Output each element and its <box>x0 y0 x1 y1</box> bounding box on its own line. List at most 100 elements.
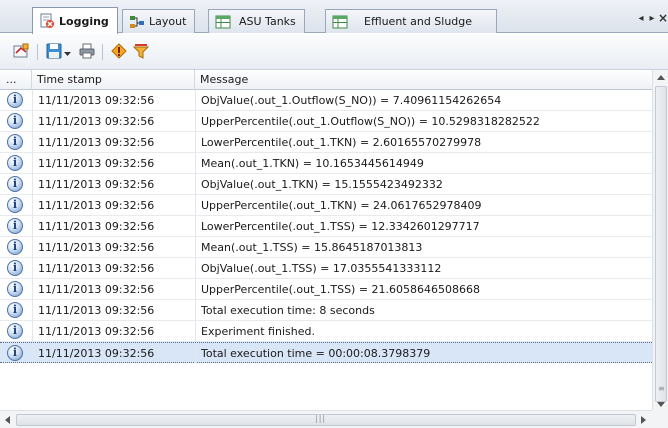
save-dropdown-button[interactable] <box>62 42 72 62</box>
message-cell: ObjValue(.out_1.TSS) = 17.0355541333112 <box>195 258 652 279</box>
info-icon <box>7 113 23 129</box>
scrollbar-corner <box>652 410 668 428</box>
message-cell: UpperPercentile(.out_1.TSS) = 21.6058646… <box>195 279 652 300</box>
table-row[interactable]: 11/11/2013 09:32:56Total execution time … <box>0 342 652 364</box>
print-icon <box>79 43 95 62</box>
time-stamp-cell: 11/11/2013 09:32:56 <box>32 321 195 342</box>
row-type-cell <box>0 321 32 342</box>
table-row[interactable]: 11/11/2013 09:32:56UpperPercentile(.out_… <box>0 279 652 300</box>
message-cell: ObjValue(.out_1.TKN) = 15.1555423492332 <box>195 174 652 195</box>
message-cell: ObjValue(.out_1.Outflow(S_NO)) = 7.40961… <box>195 90 652 111</box>
row-type-cell <box>0 343 32 364</box>
table-row[interactable]: 11/11/2013 09:32:56LowerPercentile(.out_… <box>0 132 652 153</box>
time-stamp-cell: 11/11/2013 09:32:56 <box>32 343 195 364</box>
time-stamp-cell: 11/11/2013 09:32:56 <box>32 111 195 132</box>
warning-filter-icon <box>111 42 127 62</box>
table-row[interactable]: 11/11/2013 09:32:56ObjValue(.out_1.Outfl… <box>0 90 652 111</box>
save-log-button[interactable] <box>44 42 64 62</box>
message-cell: UpperPercentile(.out_1.TKN) = 24.0617652… <box>195 195 652 216</box>
info-icon <box>7 176 23 192</box>
time-stamp-cell: 11/11/2013 09:32:56 <box>32 237 195 258</box>
toolbar-separator <box>37 44 38 60</box>
vertical-scroll-thumb[interactable]: ≡ <box>655 86 667 402</box>
row-type-cell <box>0 153 32 174</box>
tab-label: Effluent and Sludge <box>364 15 473 28</box>
clear-log-icon <box>13 43 29 62</box>
save-icon <box>46 43 62 62</box>
log-table: ... Time stamp Message 11/11/2013 09:32:… <box>0 70 652 410</box>
info-icon <box>7 218 23 234</box>
tab-scroll-left-button[interactable]: ◂ <box>636 13 646 24</box>
info-icon <box>7 197 23 213</box>
horizontal-scroll-thumb[interactable]: ||| <box>16 414 636 426</box>
message-cell: UpperPercentile(.out_1.Outflow(S_NO)) = … <box>195 111 652 132</box>
filter-icon <box>132 43 150 62</box>
info-icon <box>7 345 23 361</box>
message-cell: Total execution time = 00:00:08.3798379 <box>195 343 652 364</box>
row-type-cell <box>0 132 32 153</box>
table-icon <box>332 14 348 30</box>
info-icon <box>7 302 23 318</box>
row-type-cell <box>0 195 32 216</box>
time-stamp-cell: 11/11/2013 09:32:56 <box>32 258 195 279</box>
clear-log-button[interactable] <box>11 42 31 62</box>
message-cell: LowerPercentile(.out_1.TKN) = 2.60165570… <box>195 132 652 153</box>
log-toolbar <box>0 34 668 70</box>
tab-effluent-and-sludge[interactable]: Effluent and Sludge <box>325 9 498 33</box>
table-row[interactable]: 11/11/2013 09:32:56LowerPercentile(.out_… <box>0 216 652 237</box>
time-stamp-cell: 11/11/2013 09:32:56 <box>32 153 195 174</box>
show-warnings-button[interactable] <box>109 42 129 62</box>
row-type-cell <box>0 111 32 132</box>
message-cell: Mean(.out_1.TKN) = 10.1653445614949 <box>195 153 652 174</box>
info-icon <box>7 239 23 255</box>
table-row[interactable]: 11/11/2013 09:32:56ObjValue(.out_1.TKN) … <box>0 174 652 195</box>
tab-scroll-right-button[interactable]: ▸ <box>647 13 657 24</box>
info-icon <box>7 260 23 276</box>
tab-label: ASU Tanks <box>239 15 296 28</box>
tab-asu-tanks[interactable]: ASU Tanks <box>208 9 305 33</box>
column-header-time-stamp[interactable]: Time stamp <box>32 70 195 90</box>
table-row[interactable]: 11/11/2013 09:32:56ObjValue(.out_1.TSS) … <box>0 258 652 279</box>
time-stamp-cell: 11/11/2013 09:32:56 <box>32 195 195 216</box>
table-icon <box>215 14 231 30</box>
info-icon <box>7 134 23 150</box>
message-cell: LowerPercentile(.out_1.TSS) = 12.3342601… <box>195 216 652 237</box>
table-row[interactable]: 11/11/2013 09:32:56Mean(.out_1.TSS) = 15… <box>0 237 652 258</box>
print-log-button[interactable] <box>77 42 97 62</box>
time-stamp-cell: 11/11/2013 09:32:56 <box>32 132 195 153</box>
tab-label: Logging <box>59 14 109 28</box>
scroll-right-icon[interactable] <box>641 416 646 424</box>
table-row[interactable]: 11/11/2013 09:32:56Total execution time:… <box>0 300 652 321</box>
scroll-up-icon[interactable] <box>657 75 665 80</box>
horizontal-scrollbar[interactable]: ||| <box>0 410 652 428</box>
row-type-cell <box>0 237 32 258</box>
vertical-scrollbar[interactable]: ≡ <box>652 70 668 410</box>
close-tab-button[interactable]: × <box>658 11 668 25</box>
toolbar-separator <box>102 44 103 60</box>
message-cell: Experiment finished. <box>195 321 652 342</box>
table-row[interactable]: 11/11/2013 09:32:56UpperPercentile(.out_… <box>0 111 652 132</box>
grip-icon: ≡ <box>658 384 666 393</box>
scroll-down-icon[interactable] <box>657 402 665 407</box>
tab-logging[interactable]: Logging <box>32 7 118 34</box>
filter-log-button[interactable] <box>131 42 151 62</box>
row-type-cell <box>0 300 32 321</box>
row-type-cell <box>0 90 32 111</box>
info-icon <box>7 323 23 339</box>
row-type-cell <box>0 216 32 237</box>
grip-icon: ||| <box>315 414 327 423</box>
tab-layout[interactable]: Layout <box>122 9 196 33</box>
logging-icon <box>39 13 55 29</box>
time-stamp-cell: 11/11/2013 09:32:56 <box>32 90 195 111</box>
column-header-message[interactable]: Message <box>195 70 652 90</box>
table-row[interactable]: 11/11/2013 09:32:56Mean(.out_1.TKN) = 10… <box>0 153 652 174</box>
time-stamp-cell: 11/11/2013 09:32:56 <box>32 216 195 237</box>
table-row[interactable]: 11/11/2013 09:32:56UpperPercentile(.out_… <box>0 195 652 216</box>
tab-label: Layout <box>149 15 187 28</box>
column-header-icon[interactable]: ... <box>0 70 32 90</box>
info-icon <box>7 155 23 171</box>
row-type-cell <box>0 258 32 279</box>
scroll-left-icon[interactable] <box>5 416 10 424</box>
message-cell: Mean(.out_1.TSS) = 15.8645187013813 <box>195 237 652 258</box>
table-row[interactable]: 11/11/2013 09:32:56Experiment finished. <box>0 321 652 342</box>
